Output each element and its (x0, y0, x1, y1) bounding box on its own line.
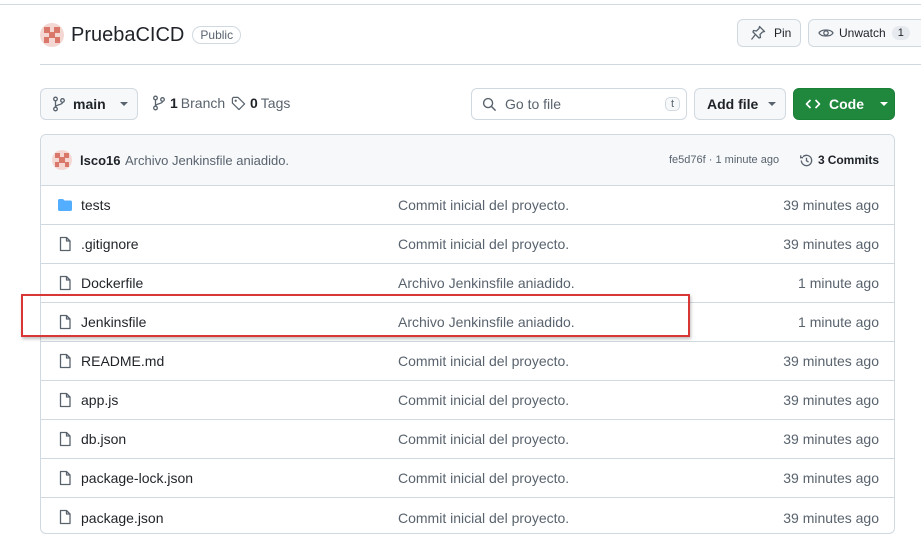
go-to-file-placeholder: Go to file (505, 96, 562, 112)
file-commit-message[interactable]: Commit inicial del proyecto. (398, 431, 569, 447)
file-icon (57, 509, 73, 528)
file-commit-time: 39 minutes ago (783, 392, 879, 408)
eye-icon (818, 29, 834, 37)
file-commit-time: 39 minutes ago (783, 353, 879, 369)
visibility-badge: Public (192, 26, 242, 44)
file-name-link[interactable]: tests (81, 197, 111, 213)
commit-message[interactable]: Archivo Jenkinsfile aniadido. (125, 153, 289, 168)
file-commit-message[interactable]: Commit inicial del proyecto. (398, 470, 569, 486)
file-commit-message[interactable]: Commit inicial del proyecto. (398, 236, 569, 252)
file-name-link[interactable]: db.json (81, 431, 126, 447)
file-commit-time: 39 minutes ago (783, 431, 879, 447)
pin-label: Pin (774, 26, 792, 40)
file-row[interactable]: Jenkinsfile Archivo Jenkinsfile aniadido.… (41, 303, 894, 342)
file-row[interactable]: Dockerfile Archivo Jenkinsfile aniadido. 1… (41, 264, 894, 303)
file-row[interactable]: package.json Commit inicial del proyecto.… (41, 498, 894, 533)
file-commit-message[interactable]: Commit inicial del proyecto. (398, 510, 569, 526)
commits-count: 3 (818, 153, 825, 167)
repo-name[interactable]: PruebaCICD (71, 24, 184, 47)
branch-count-label: Branch (180, 95, 226, 111)
file-name-link[interactable]: Dockerfile (81, 275, 143, 291)
history-icon (800, 154, 813, 166)
branch-icon (153, 95, 165, 111)
file-row[interactable]: README.md Commit inicial del proyecto. 39 … (41, 342, 894, 381)
repo-header: PruebaCICD Public (40, 22, 242, 48)
file-commit-message[interactable]: Commit inicial del proyecto. (398, 197, 569, 213)
file-name-link[interactable]: Jenkinsfile (81, 314, 146, 330)
branch-name: main (73, 96, 106, 112)
file-name-link[interactable]: README.md (81, 353, 164, 369)
file-row[interactable]: package-lock.json Commit inicial del proy… (41, 459, 894, 498)
repo-owner-avatar[interactable] (40, 23, 64, 47)
code-icon (805, 99, 821, 109)
unwatch-label: Unwatch (839, 26, 886, 40)
file-name-link[interactable]: .gitignore (81, 236, 139, 252)
code-label: Code (829, 96, 864, 112)
add-file-label: Add file (707, 96, 759, 112)
header-divider (40, 64, 921, 65)
file-commit-time: 39 minutes ago (783, 470, 879, 486)
file-commit-time: 39 minutes ago (783, 509, 879, 526)
keyboard-shortcut-hint: t (664, 97, 680, 111)
file-commit-time: 1 minute ago (798, 275, 879, 291)
about-sidebar-clipped (916, 0, 921, 543)
file-commit-message[interactable]: Commit inicial del proyecto. (398, 353, 569, 369)
commits-label: Commits (827, 153, 880, 167)
add-file-button[interactable]: Add file (694, 88, 786, 120)
tag-icon (231, 96, 246, 110)
tag-count: 0 (250, 95, 258, 111)
file-browser: lsco16 Archivo Jenkinsfile aniadido. fe5… (40, 134, 895, 534)
file-icon (57, 236, 73, 255)
commit-author-avatar[interactable] (52, 150, 72, 170)
file-row[interactable]: tests Commit inicial del proyecto. 39 minu… (41, 186, 894, 225)
commits-history-link[interactable]: 3 Commits (799, 153, 882, 168)
file-row[interactable]: db.json Commit inicial del proyecto. 39 mi… (41, 420, 894, 459)
file-icon (57, 431, 73, 450)
file-row[interactable]: .gitignore Commit inicial del proyecto. 39… (41, 225, 894, 264)
file-commit-message[interactable]: Commit inicial del proyecto. (398, 392, 569, 408)
file-commit-time: 39 minutes ago (783, 197, 879, 213)
file-icon (57, 314, 73, 333)
unwatch-button[interactable]: Unwatch 1 (808, 19, 921, 47)
branch-count: 1 (170, 95, 178, 111)
file-commit-time: 1 minute ago (798, 314, 879, 330)
branch-selector[interactable]: main (40, 88, 138, 120)
file-row[interactable]: app.js Commit inicial del proyecto. 39 min… (41, 381, 894, 420)
chevron-down-icon (880, 102, 888, 106)
folder-icon (57, 197, 73, 216)
search-icon (482, 97, 497, 111)
branch-icon (53, 96, 65, 112)
chevron-down-icon (119, 102, 128, 106)
chevron-down-icon (768, 102, 777, 106)
watch-count: 1 (891, 26, 910, 40)
tags-link[interactable]: 0 Tags (231, 95, 290, 111)
go-to-file-input[interactable]: Go to file t (471, 88, 687, 120)
file-name-link[interactable]: package-lock.json (81, 470, 193, 486)
pin-button[interactable]: Pin (737, 19, 801, 47)
file-commit-message[interactable]: Archivo Jenkinsfile aniadido. (398, 275, 575, 291)
top-divider (0, 4, 921, 5)
commit-hash-time[interactable]: fe5d76f · 1 minute ago (669, 154, 779, 166)
file-icon (57, 275, 73, 294)
file-icon (57, 392, 73, 411)
branches-link[interactable]: 1 Branch (152, 95, 225, 111)
pin-icon (750, 25, 766, 40)
commit-author[interactable]: lsco16 (80, 153, 120, 168)
latest-commit-bar: lsco16 Archivo Jenkinsfile aniadido. fe5… (41, 135, 894, 186)
file-icon (57, 470, 73, 489)
file-name-link[interactable]: app.js (81, 392, 118, 408)
file-commit-message[interactable]: Archivo Jenkinsfile aniadido. (398, 314, 575, 330)
file-name-link[interactable]: package.json (81, 510, 164, 526)
tag-count-label: Tags (260, 95, 291, 111)
file-commit-time: 39 minutes ago (783, 236, 879, 252)
file-icon (57, 353, 73, 372)
code-button[interactable]: Code (793, 88, 895, 120)
